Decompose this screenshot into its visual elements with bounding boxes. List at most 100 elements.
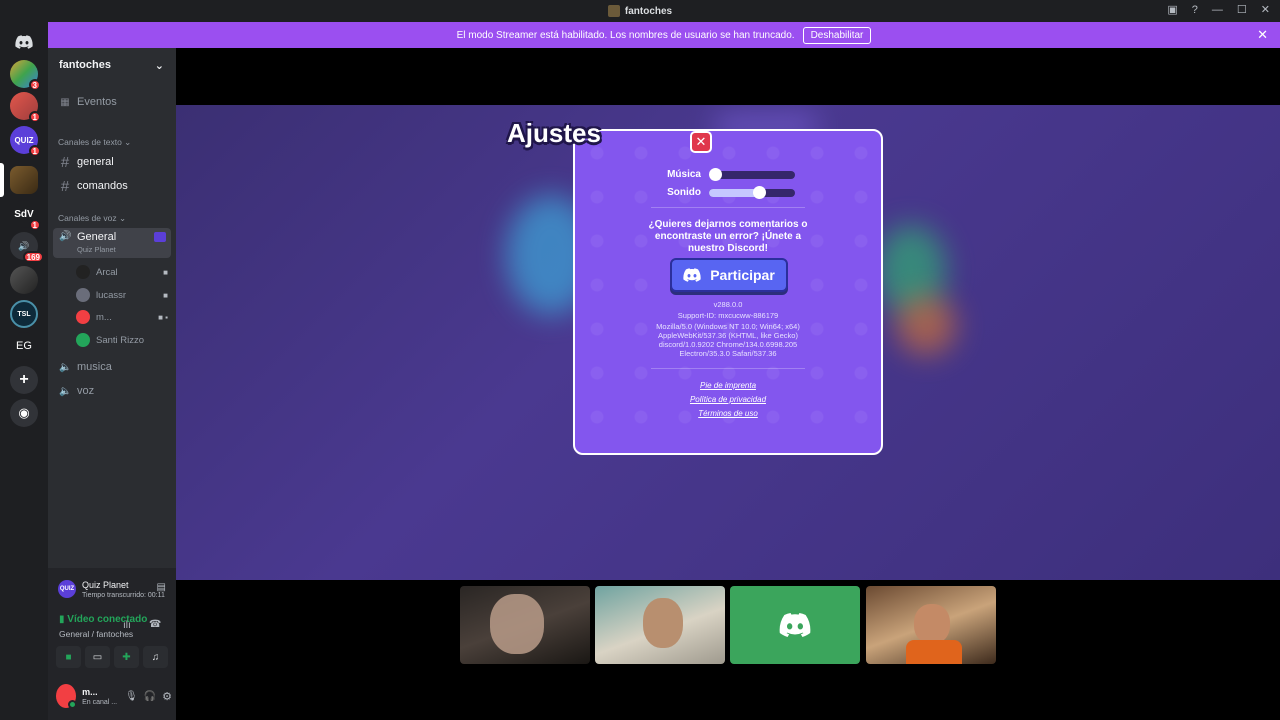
settings-dialog: Música Sonido ¿Quieres dejarnos comentar…: [573, 129, 883, 455]
video-tile-avatar[interactable]: [730, 586, 860, 664]
voice-channel-voz[interactable]: 🔈 voz: [53, 380, 171, 402]
quiz-activity-icon: [154, 232, 166, 242]
minimize-icon[interactable]: —: [1212, 4, 1223, 16]
microphone-icon[interactable]: 🎙: [125, 691, 138, 702]
text-category[interactable]: Canales de texto ⌄: [58, 137, 131, 148]
version-info: v288.0.0 Support-ID: mxcucww-886179: [677, 300, 779, 320]
guild-item[interactable]: 3: [10, 60, 41, 91]
camera-icon: ■: [163, 290, 168, 300]
voice-category[interactable]: Canales de voz ⌄: [58, 213, 126, 224]
channel-comandos[interactable]: # comandos: [53, 175, 171, 197]
music-slider[interactable]: [709, 167, 795, 181]
voice-user[interactable]: lucassr ■: [76, 285, 172, 305]
guild-quiz[interactable]: QUIZ 1: [10, 126, 41, 157]
server-name: fantoches: [59, 59, 111, 71]
hash-icon: #: [60, 153, 70, 171]
selected-guild-pill: [0, 163, 4, 197]
hash-icon: #: [60, 177, 70, 195]
divider: [651, 368, 805, 369]
guild-sdv[interactable]: SdV 1: [10, 200, 41, 231]
imprint-link[interactable]: Pie de imprenta: [575, 381, 881, 390]
privacy-policy-link[interactable]: Política de privacidad: [575, 395, 881, 404]
discover-icon[interactable]: ◉: [10, 399, 38, 427]
guild-item[interactable]: [10, 266, 38, 294]
music-slider-handle[interactable]: [709, 167, 723, 181]
voice-channel-general[interactable]: 🔊 General Quiz Planet: [53, 228, 171, 258]
server-header[interactable]: fantoches ⌄: [48, 48, 176, 82]
guild-eg[interactable]: EG: [10, 332, 38, 360]
participant-video: [490, 594, 544, 654]
screen-share-icon[interactable]: ▭: [85, 646, 110, 668]
server-icon: [607, 5, 620, 17]
sound-slider[interactable]: [709, 185, 795, 199]
guild-tsl[interactable]: TSL: [10, 300, 38, 328]
guild-voice-active[interactable]: 🔊 169: [10, 232, 44, 263]
avatar: [76, 310, 90, 324]
music-slider-row: Música: [659, 167, 795, 181]
window-title-text: fantoches: [624, 5, 673, 17]
avatar: [76, 333, 90, 347]
disable-streamer-button[interactable]: Deshabilitar: [802, 26, 872, 44]
events-item[interactable]: ▦ Eventos: [53, 91, 171, 113]
chevron-down-icon: ⌄: [154, 59, 164, 72]
close-icon[interactable]: ✕: [1257, 27, 1268, 43]
inbox-icon[interactable]: ▣: [1167, 3, 1177, 16]
user-area: m... En canal ... 🎙 🎧 ⚙: [56, 678, 172, 714]
join-discord-button[interactable]: Participar: [670, 258, 788, 292]
discord-logo-icon: [779, 613, 811, 637]
voice-user[interactable]: Arcal ■: [76, 262, 172, 282]
blurred-background: [896, 295, 956, 355]
gear-icon[interactable]: ⚙: [162, 690, 172, 703]
discord-logo-icon: [683, 268, 701, 282]
camera-game-icon: ■ ▪: [158, 312, 168, 322]
discord-home-icon[interactable]: [10, 28, 38, 56]
speaker-icon: 🔊: [18, 240, 30, 251]
video-tile[interactable]: [595, 586, 725, 664]
online-status-dot: [68, 700, 78, 709]
speaker-icon: 🔊: [59, 231, 72, 242]
noise-suppression-icon[interactable]: ılı: [123, 620, 131, 631]
quiz-planet-icon: QUIZ: [58, 580, 76, 598]
video-tile[interactable]: [460, 586, 590, 664]
participant-video: [914, 604, 950, 644]
settings-title: Ajustes: [507, 118, 601, 148]
connection-status[interactable]: ▮ Vídeo conectado: [59, 614, 147, 625]
window-titlebar: fantoches ▣ ? — ☐ ✕: [0, 0, 1280, 22]
window-controls: ▣ ? — ☐ ✕: [1167, 3, 1270, 17]
help-icon[interactable]: ?: [1192, 4, 1198, 16]
disconnect-icon[interactable]: ☎: [149, 619, 161, 630]
avatar: [76, 288, 90, 302]
terms-of-use-link[interactable]: Términos de uso: [575, 409, 881, 418]
calendar-icon: ▦: [60, 96, 70, 108]
video-tile[interactable]: [866, 586, 996, 664]
speaker-icon: 🔈: [59, 361, 72, 373]
signal-icon: ▮: [59, 614, 65, 625]
participant-video: [643, 598, 683, 648]
feedback-text: ¿Quieres dejarnos comentarios o encontra…: [648, 219, 808, 254]
voice-actions: ■ ▭ ✚ ♫: [56, 646, 168, 668]
guild-item[interactable]: 1: [10, 92, 41, 123]
soundboard-icon[interactable]: ♫: [143, 646, 168, 668]
sound-slider-handle[interactable]: [752, 185, 766, 199]
user-avatar[interactable]: [56, 684, 78, 709]
activity-icon[interactable]: ✚: [114, 646, 139, 668]
guild-fantoches[interactable]: [10, 166, 38, 194]
channel-general[interactable]: # general: [53, 151, 171, 173]
headphones-icon[interactable]: 🎧: [144, 691, 156, 702]
camera-icon[interactable]: ■: [56, 646, 81, 668]
sound-slider-fill: [709, 188, 759, 197]
close-window-icon[interactable]: ✕: [1261, 3, 1270, 16]
participant-video: [906, 640, 962, 664]
add-server-icon[interactable]: +: [10, 366, 38, 394]
maximize-icon[interactable]: ☐: [1237, 3, 1247, 16]
voice-channel-musica[interactable]: 🔈 musica: [53, 356, 171, 378]
close-icon[interactable]: ✕: [690, 131, 712, 153]
voice-user[interactable]: Santi Rizzo: [76, 330, 172, 350]
activity-card[interactable]: QUIZ Quiz Planet Tiempo transcurrido: 00…: [58, 576, 166, 602]
divider: [651, 207, 805, 208]
streamer-mode-banner: El modo Streamer está habilitado. Los no…: [48, 22, 1280, 48]
user-agent-info: Mozilla/5.0 (Windows NT 10.0; Win64; x64…: [656, 322, 800, 358]
popout-icon[interactable]: ▤: [157, 582, 166, 593]
channel-sidebar: fantoches ⌄ ▦ Eventos Canales de texto ⌄…: [48, 48, 176, 720]
voice-user[interactable]: m... ■ ▪: [76, 307, 172, 327]
